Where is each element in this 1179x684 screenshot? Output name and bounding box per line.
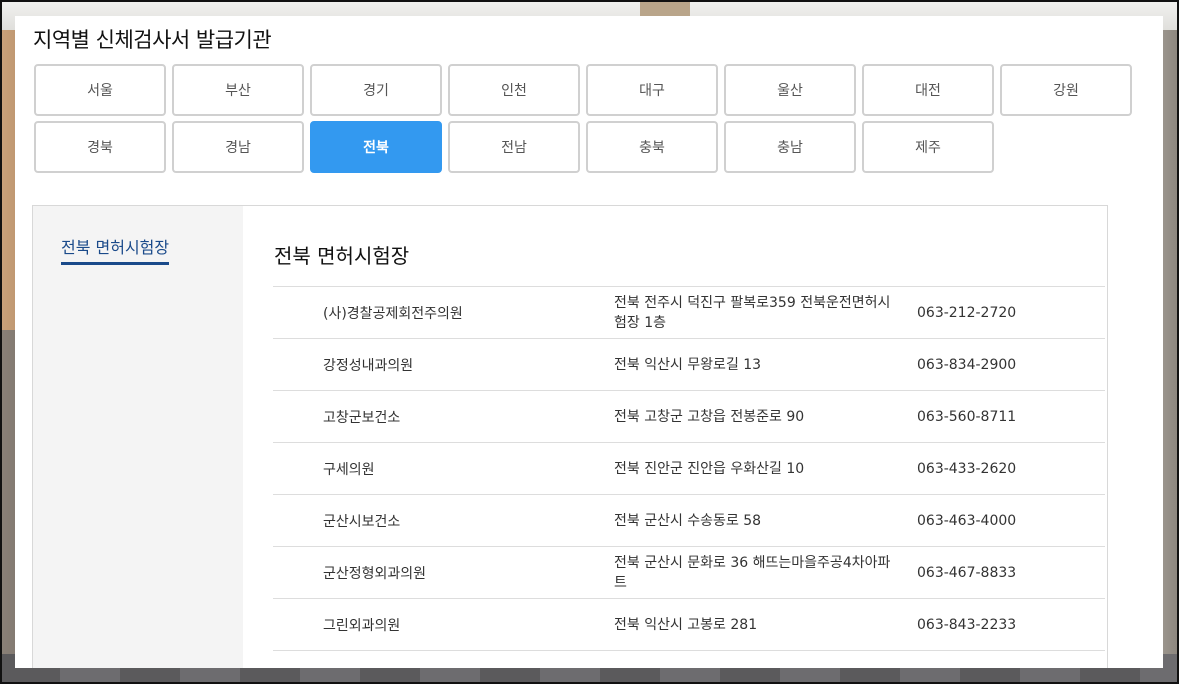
region-button[interactable]: 경남 xyxy=(172,121,304,173)
region-button[interactable]: 경북 xyxy=(34,121,166,173)
institution-phone: 063-463-4000 xyxy=(917,512,1017,529)
region-button[interactable]: 충남 xyxy=(724,121,856,173)
institution-address: 전북 군산시 문화로 36 해뜨는마을주공4차아파트 xyxy=(614,554,891,591)
institution-address: 전북 익산시 고봉로 281 xyxy=(614,616,758,633)
region-button[interactable]: 대전 xyxy=(862,64,994,116)
page-title: 지역별 신체검사서 발급기관 xyxy=(33,28,272,52)
institution-name: 강정성내과의원 xyxy=(323,357,414,374)
table-row: 군산시보건소 전북 군산시 수송동로 58 063-463-4000 xyxy=(273,495,1105,547)
region-button[interactable]: 제주 xyxy=(862,121,994,173)
institution-address: 전북 익산시 무왕로길 13 xyxy=(614,356,762,373)
table-row: 강정성내과의원 전북 익산시 무왕로길 13 063-834-2900 xyxy=(273,339,1105,391)
region-button[interactable]: 서울 xyxy=(34,64,166,116)
institution-address: 전북 고창군 고창읍 전봉준로 90 xyxy=(614,408,805,425)
side-menu: 전북 면허시험장 xyxy=(33,206,243,668)
region-button[interactable]: 충북 xyxy=(586,121,718,173)
institution-name: (사)경찰공제회전주의원 xyxy=(323,305,463,322)
institution-name: 군산시보건소 xyxy=(323,513,401,530)
institution-phone: 063-433-2620 xyxy=(917,460,1017,477)
institution-name: 그린외과의원 xyxy=(323,617,401,634)
side-menu-item-jeonbuk-license-center[interactable]: 전북 면허시험장 xyxy=(61,234,170,265)
institution-address: 전북 군산시 수송동로 58 xyxy=(614,512,762,529)
region-button[interactable]: 강원 xyxy=(1000,64,1132,116)
institution-phone: 063-834-2900 xyxy=(917,356,1017,373)
institution-phone: 063-467-8833 xyxy=(917,564,1017,581)
table-row: 그린외과의원 전북 익산시 고봉로 281 063-843-2233 xyxy=(273,599,1105,651)
institution-address: 전북 전주시 덕진구 팔복로359 전북운전면허시험장 1층 xyxy=(614,294,891,331)
institution-address: 전북 진안군 진안읍 우화산길 10 xyxy=(614,460,805,477)
institution-panel: 지역별 신체검사서 발급기관 서울 부산 경기 인천 대구 울산 대전 강원 경북 경남 전북 전남 충… xyxy=(15,16,1163,668)
region-button[interactable]: 대구 xyxy=(586,64,718,116)
table-row: 군산정형외과의원 전북 군산시 문화로 36 해뜨는마을주공4차아파트 063-46… xyxy=(273,547,1105,599)
institution-name: 군산정형외과의원 xyxy=(323,565,427,582)
institution-phone: 063-843-2233 xyxy=(917,616,1017,633)
institution-name: 구세의원 xyxy=(323,461,375,478)
content-area: 전북 면허시험장 전북 면허시험장 (사)경찰공제회전주의원 전북 전주시 덕진구… xyxy=(32,205,1108,668)
table-row: 구세의원 전북 진안군 진안읍 우화산길 10 063-433-2620 xyxy=(273,443,1105,495)
region-button[interactable]: 경기 xyxy=(310,64,442,116)
region-button[interactable]: 전북 xyxy=(310,121,442,173)
table-row: (사)경찰공제회전주의원 전북 전주시 덕진구 팔복로359 전북운전면허시험장 … xyxy=(273,287,1105,339)
institution-name: 고창군보건소 xyxy=(323,409,401,426)
section-title: 전북 면허시험장 xyxy=(274,244,410,268)
institution-phone: 063-212-2720 xyxy=(917,304,1017,321)
region-button[interactable]: 울산 xyxy=(724,64,856,116)
table-row: 고창군보건소 전북 고창군 고창읍 전봉준로 90 063-560-8711 xyxy=(273,391,1105,443)
region-button[interactable]: 인천 xyxy=(448,64,580,116)
region-button[interactable]: 전남 xyxy=(448,121,580,173)
region-button[interactable]: 부산 xyxy=(172,64,304,116)
institution-phone: 063-560-8711 xyxy=(917,408,1017,425)
institution-table: (사)경찰공제회전주의원 전북 전주시 덕진구 팔복로359 전북운전면허시험장 … xyxy=(273,286,1105,651)
